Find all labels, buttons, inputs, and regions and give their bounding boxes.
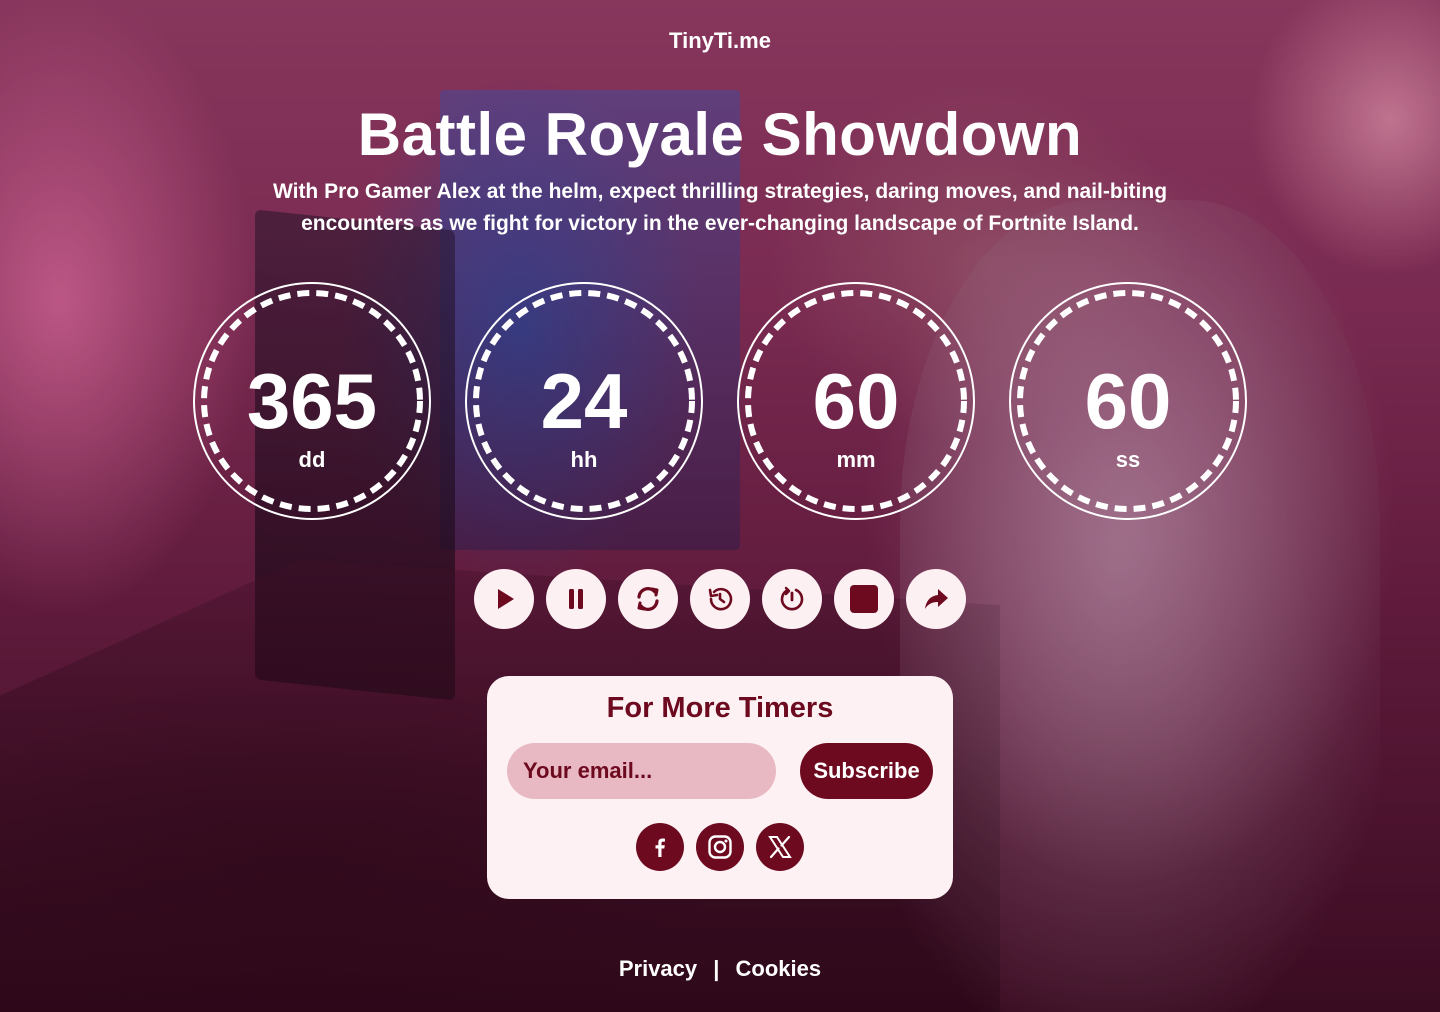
email-input[interactable] — [507, 743, 776, 799]
play-icon — [498, 589, 514, 609]
countdown-hours-unit: hh — [570, 447, 598, 472]
timer-reset-icon — [780, 586, 804, 611]
privacy-link[interactable]: Privacy — [619, 956, 697, 981]
footer-separator: | — [713, 956, 720, 981]
play-button[interactable] — [474, 569, 534, 629]
subscribe-button[interactable]: Subscribe — [800, 743, 933, 799]
stop-icon — [850, 585, 878, 613]
countdown-days-unit: dd — [298, 447, 326, 472]
countdown-hours: 24 hh — [464, 281, 704, 521]
countdown: 365 dd 24 hh 60 mm 60 ss — [0, 281, 1440, 521]
page-description: With Pro Gamer Alex at the helm, expect … — [272, 180, 1168, 235]
timer-controls — [474, 569, 974, 629]
countdown-minutes-value: 60 — [812, 357, 900, 445]
instagram-icon — [708, 835, 732, 859]
pause-icon — [569, 589, 583, 609]
refresh-button[interactable] — [618, 569, 678, 629]
countdown-minutes: 60 mm — [736, 281, 976, 521]
countdown-days: 365 dd — [192, 281, 432, 521]
x-link[interactable] — [756, 823, 804, 871]
x-icon — [768, 835, 792, 859]
facebook-link[interactable] — [636, 823, 684, 871]
history-icon — [708, 587, 733, 611]
countdown-minutes-unit: mm — [836, 447, 876, 472]
countdown-seconds-unit: ss — [1115, 447, 1141, 472]
share-button[interactable] — [906, 569, 966, 629]
reset-timer-button[interactable] — [762, 569, 822, 629]
instagram-link[interactable] — [696, 823, 744, 871]
countdown-days-value: 365 — [246, 357, 378, 445]
cookies-link[interactable]: Cookies — [736, 956, 822, 981]
pause-button[interactable] — [546, 569, 606, 629]
subscribe-card: For More Timers Subscribe — [487, 676, 953, 899]
countdown-seconds: 60 ss — [1008, 281, 1248, 521]
subscribe-heading: For More Timers — [606, 692, 834, 724]
brand-logo-text[interactable]: TinyTi.me — [0, 28, 1440, 54]
stop-button[interactable] — [834, 569, 894, 629]
footer: Privacy | Cookies — [0, 956, 1440, 982]
page-title: Battle Royale Showdown — [357, 101, 1083, 168]
refresh-icon — [637, 587, 659, 611]
facebook-icon — [655, 838, 665, 857]
history-button[interactable] — [690, 569, 750, 629]
countdown-seconds-value: 60 — [1084, 357, 1172, 445]
countdown-hours-value: 24 — [540, 357, 628, 445]
share-icon — [925, 589, 948, 609]
